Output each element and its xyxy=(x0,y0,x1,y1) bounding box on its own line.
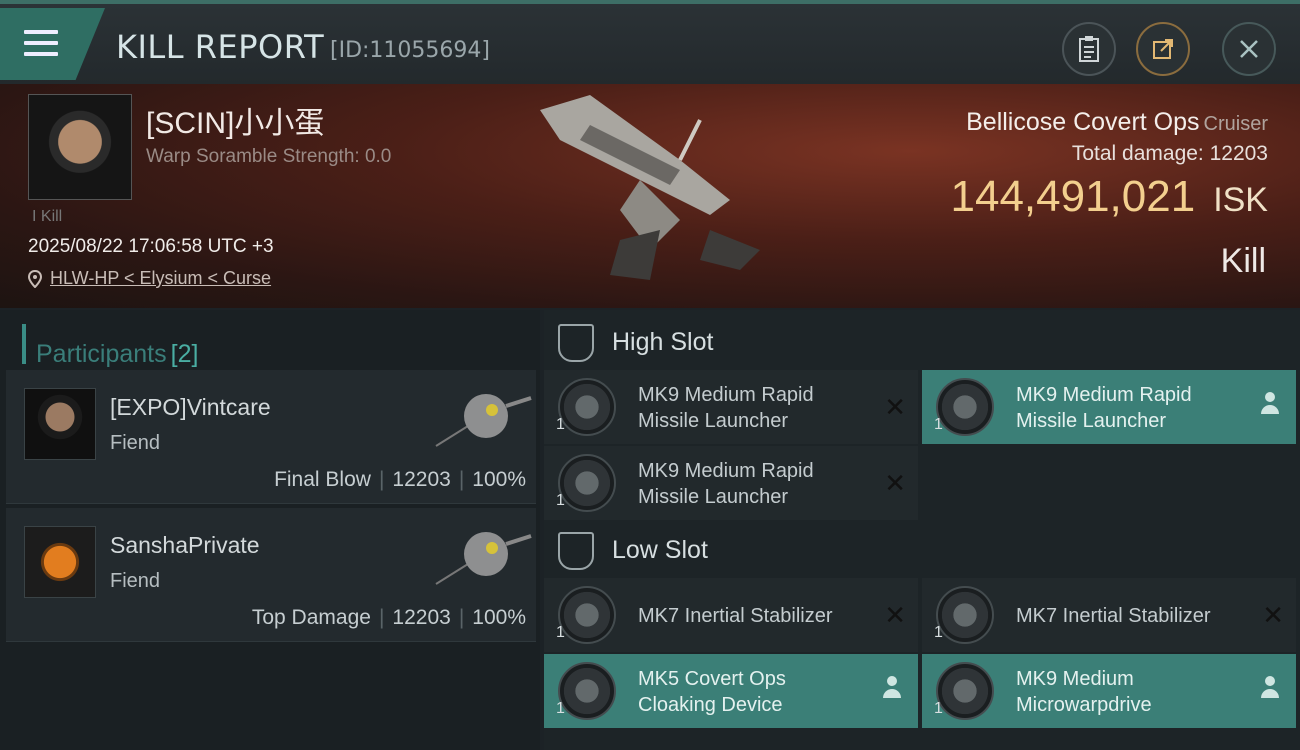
participant-avatar[interactable] xyxy=(24,388,96,460)
low-slot-label: Low Slot xyxy=(612,536,708,564)
destroyed-icon: ✕ xyxy=(884,600,906,630)
item-name-line1: MK9 Medium Rapid xyxy=(638,384,814,406)
participant-name: SanshaPrivate xyxy=(110,532,260,558)
destroyed-icon: ✕ xyxy=(884,468,906,498)
item-quantity: 1 xyxy=(556,492,565,509)
item-quantity: 1 xyxy=(556,416,565,433)
warp-scramble-text: Warp Soramble Strength: 0.0 xyxy=(146,146,392,167)
share-button[interactable] xyxy=(1136,22,1190,76)
menu-button[interactable] xyxy=(0,8,105,80)
item-name-line1: MK9 Medium Rapid xyxy=(638,460,814,482)
missile-launcher-icon xyxy=(558,454,616,512)
report-id[interactable]: [ID:11055694] xyxy=(330,38,490,63)
participant-avatar[interactable] xyxy=(24,526,96,598)
item-name-line2: Missile Launcher xyxy=(1016,410,1167,432)
item-quantity: 1 xyxy=(934,416,943,433)
person-icon xyxy=(1260,392,1280,418)
ship-name[interactable]: Bellicose Covert Ops Cruiser xyxy=(966,108,1268,137)
high-slot-icon xyxy=(558,324,594,362)
participant-row[interactable]: SanshaPrivate Fiend Top Damage | 12203 | 100… xyxy=(6,508,536,642)
participant-role: Final Blow xyxy=(274,468,371,491)
page-title: KILL REPORT xyxy=(116,28,325,66)
participants-panel: Participants [2] [EXPO]Vintcare Fiend Fin… xyxy=(0,310,540,750)
ship-name-text: Bellicose Covert Ops xyxy=(966,108,1200,136)
fitting-item[interactable]: 1 MK7 Inertial Stabilizer ✕ xyxy=(544,578,918,652)
hamburger-icon xyxy=(24,30,58,58)
isk-value: 144,491,021 ISK xyxy=(951,172,1269,222)
missile-launcher-icon xyxy=(936,378,994,436)
low-slot-icon xyxy=(558,532,594,570)
microwarpdrive-icon xyxy=(936,662,994,720)
item-name-line2: Missile Launcher xyxy=(638,410,789,432)
location-link[interactable]: HLW-HP < Elysium < Curse xyxy=(28,268,271,289)
close-icon xyxy=(1240,40,1258,58)
participant-corp: Fiend xyxy=(110,570,161,592)
cloaking-device-icon xyxy=(558,662,616,720)
participant-damage: 12203 xyxy=(392,468,451,491)
item-name-line1: MK7 Inertial Stabilizer xyxy=(1016,605,1211,627)
destroyed-icon: ✕ xyxy=(1262,600,1284,630)
participants-count: [2] xyxy=(170,340,199,368)
item-quantity: 1 xyxy=(556,624,565,641)
participant-damage: 12203 xyxy=(392,606,451,629)
kill-tag: I Kill xyxy=(32,208,63,225)
clipboard-button[interactable] xyxy=(1062,22,1116,76)
victim-avatar[interactable] xyxy=(28,94,132,200)
map-pin-icon xyxy=(28,269,42,288)
ship-image xyxy=(540,95,760,280)
participant-stats: Final Blow | 12203 | 100% xyxy=(274,468,526,491)
item-name-line1: MK5 Covert Ops xyxy=(638,668,786,690)
total-damage: Total damage: 12203 xyxy=(1071,142,1268,165)
victim-name[interactable]: [SCIN]小小蛋 xyxy=(146,98,324,142)
result-label: Kill xyxy=(1220,242,1266,280)
item-name-line1: MK9 Medium xyxy=(1016,668,1134,690)
participants-label: Participants xyxy=(36,340,167,368)
ship-class: Cruiser xyxy=(1203,113,1268,135)
close-button[interactable] xyxy=(1222,22,1276,76)
item-name-line1: MK9 Medium Rapid xyxy=(1016,384,1192,406)
fitting-item[interactable]: 1 MK9 Medium Rapid Missile Launcher xyxy=(922,370,1296,444)
fitting-item[interactable]: 1 MK9 Medium Microwarpdrive xyxy=(922,654,1296,728)
participant-ship-icon xyxy=(435,394,532,447)
destroyed-icon: ✕ xyxy=(884,392,906,422)
item-quantity: 1 xyxy=(556,700,565,717)
fitting-item[interactable]: 1 MK7 Inertial Stabilizer ✕ xyxy=(922,578,1296,652)
kill-date: 2025/08/22 17:06:58 UTC +3 xyxy=(28,236,274,257)
missile-launcher-icon xyxy=(558,378,616,436)
high-slot-label: High Slot xyxy=(612,328,714,356)
item-name-line2: Missile Launcher xyxy=(638,486,789,508)
participant-stats: Top Damage | 12203 | 100% xyxy=(251,606,526,629)
fitting-item[interactable]: 1 MK9 Medium Rapid Missile Launcher ✕ xyxy=(544,446,918,520)
isk-unit: ISK xyxy=(1213,181,1268,219)
location-text[interactable]: HLW-HP < Elysium < Curse xyxy=(50,268,271,289)
fitting-item[interactable]: 1 MK5 Covert Ops Cloaking Device xyxy=(544,654,918,728)
inertial-stabilizer-icon xyxy=(558,586,616,644)
low-slot-header: Low Slot xyxy=(544,520,1300,580)
isk-amount: 144,491,021 xyxy=(950,172,1196,221)
participant-ship-icon xyxy=(435,532,532,585)
person-icon xyxy=(1260,676,1280,702)
participant-row[interactable]: [EXPO]Vintcare Fiend Final Blow | 12203 | 10… xyxy=(6,370,536,504)
share-icon xyxy=(1153,39,1173,59)
fitting-item[interactable]: 1 MK9 Medium Rapid Missile Launcher ✕ xyxy=(544,370,918,444)
participants-header: Participants [2] xyxy=(22,324,540,368)
participant-name: [EXPO]Vintcare xyxy=(110,394,271,420)
participant-corp: Fiend xyxy=(110,432,161,454)
participant-percent: 100% xyxy=(472,606,526,629)
kill-banner: [SCIN]小小蛋 Warp Soramble Strength: 0.0 I … xyxy=(0,84,1300,308)
item-name-line2: Cloaking Device xyxy=(638,694,783,716)
person-icon xyxy=(882,676,902,702)
participant-percent: 100% xyxy=(472,468,526,491)
clipboard-icon xyxy=(1079,36,1099,62)
item-name-line1: MK7 Inertial Stabilizer xyxy=(638,605,833,627)
inertial-stabilizer-icon xyxy=(936,586,994,644)
header-bar: KILL REPORT [ID:11055694] xyxy=(0,0,1300,84)
fitting-panel: High Slot 1 MK9 Medium Rapid Missile Lau… xyxy=(544,310,1300,750)
item-quantity: 1 xyxy=(934,624,943,641)
item-quantity: 1 xyxy=(934,700,943,717)
participant-role: Top Damage xyxy=(251,606,371,629)
item-name-line2: Microwarpdrive xyxy=(1016,694,1152,716)
high-slot-header: High Slot xyxy=(544,312,1300,372)
